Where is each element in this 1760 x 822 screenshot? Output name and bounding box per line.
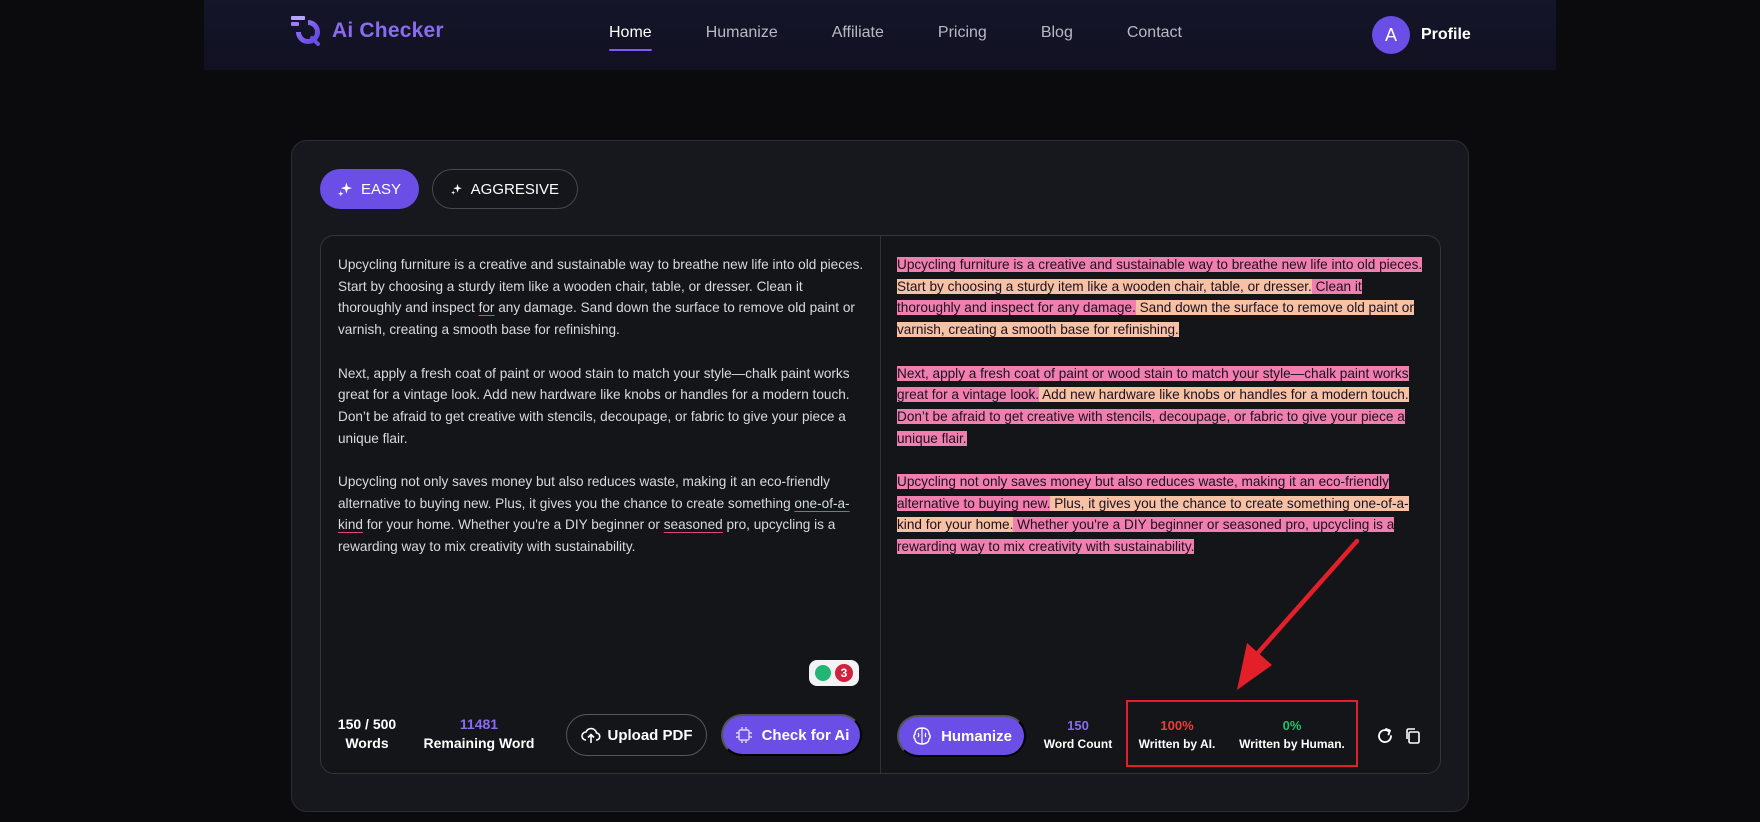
upload-pdf-button[interactable]: Upload PDF	[566, 714, 707, 756]
nav-pricing[interactable]: Pricing	[938, 24, 987, 42]
logo-icon	[291, 16, 320, 46]
profile-label[interactable]: Profile	[1421, 26, 1471, 44]
humanize-button[interactable]: Humanize	[897, 715, 1026, 757]
word-count-value: 150 / 500	[337, 716, 397, 732]
paragraph: Upcycling furniture is a creative and su…	[338, 254, 868, 341]
output-text: Upcycling furniture is a creative and su…	[897, 254, 1427, 580]
ai-sentence-highlight: Don’t be afraid to get creative with ste…	[897, 408, 1405, 446]
humanize-label: Humanize	[941, 727, 1012, 745]
remaining-words-stat: 11481 Remaining Word	[421, 716, 537, 751]
humanizer-card: EASY AGGRESIVE Upcycling furniture is a …	[291, 140, 1469, 812]
paragraph: Upcycling not only saves money but also …	[338, 471, 868, 558]
main-nav: Home Humanize Affiliate Pricing Blog Con…	[609, 24, 1236, 51]
nav-contact[interactable]: Contact	[1127, 24, 1182, 42]
paragraph: Next, apply a fresh coat of paint or woo…	[897, 363, 1427, 450]
mixed-sentence-highlight: Start by choosing a sturdy item like a w…	[897, 278, 1312, 294]
editor-panel: Upcycling furniture is a creative and su…	[320, 235, 1441, 774]
check-for-ai-label: Check for Ai	[761, 726, 850, 744]
nav-home[interactable]: Home	[609, 24, 652, 51]
profile-menu[interactable]: A Profile	[1372, 16, 1471, 54]
cloud-upload-icon	[580, 727, 601, 743]
pane-divider	[880, 236, 881, 773]
brand-logo[interactable]: Ai Checker	[290, 14, 444, 48]
mode-aggressive-button[interactable]: AGGRESIVE	[432, 169, 578, 209]
output-word-count: 150 Word Count	[1038, 718, 1118, 751]
upload-pdf-label: Upload PDF	[607, 726, 693, 744]
nav-humanize[interactable]: Humanize	[706, 24, 778, 42]
word-count-label: Words	[345, 735, 389, 751]
output-word-count-value: 150	[1067, 718, 1089, 733]
brand-name: Ai Checker	[332, 19, 444, 42]
flagged-word: for	[478, 300, 495, 316]
word-count-stat: 150 / 500 Words	[337, 716, 397, 751]
remaining-words-label: Remaining Word	[423, 735, 535, 751]
sparkle-icon	[451, 183, 462, 195]
check-for-ai-button[interactable]: Check for Ai	[721, 714, 862, 756]
text-segment: Next, apply a fresh coat of paint or woo…	[338, 365, 850, 446]
refresh-icon[interactable]	[1375, 726, 1395, 746]
mode-aggressive-label: AGGRESIVE	[470, 180, 559, 198]
annotation-highlight-box	[1126, 700, 1358, 767]
grammar-tool-icon	[815, 665, 831, 681]
paragraph: Upcycling not only saves money but also …	[897, 471, 1427, 558]
output-word-count-label: Word Count	[1043, 737, 1113, 751]
remaining-words-value: 11481	[459, 716, 499, 732]
top-navbar: Ai Checker Home Humanize Affiliate Prici…	[204, 0, 1556, 70]
mixed-sentence-highlight: Add new hardware like knobs or handles f…	[1039, 387, 1409, 403]
paragraph: Next, apply a fresh coat of paint or woo…	[338, 363, 868, 450]
brain-icon	[913, 727, 931, 745]
mode-easy-label: EASY	[360, 180, 401, 198]
grammar-issue-count: 3	[835, 664, 853, 682]
text-segment: Upcycling not only saves money but also …	[338, 474, 830, 511]
mode-easy-button[interactable]: EASY	[320, 169, 419, 209]
copy-icon[interactable]	[1403, 726, 1423, 746]
input-textarea[interactable]: Upcycling furniture is a creative and su…	[338, 254, 868, 580]
nav-affiliate[interactable]: Affiliate	[832, 24, 884, 42]
sparkle-icon	[338, 182, 353, 197]
nav-blog[interactable]: Blog	[1041, 24, 1073, 42]
ai-sentence-highlight: Upcycling furniture is a creative and su…	[897, 257, 1423, 272]
paragraph: Upcycling furniture is a creative and su…	[897, 254, 1427, 341]
grammar-badge[interactable]: 3	[809, 660, 859, 686]
text-segment: for your home. Whether you're a DIY begi…	[362, 517, 664, 533]
chip-icon	[735, 727, 752, 743]
flagged-word: seasoned	[663, 517, 723, 533]
avatar[interactable]: A	[1372, 16, 1410, 54]
